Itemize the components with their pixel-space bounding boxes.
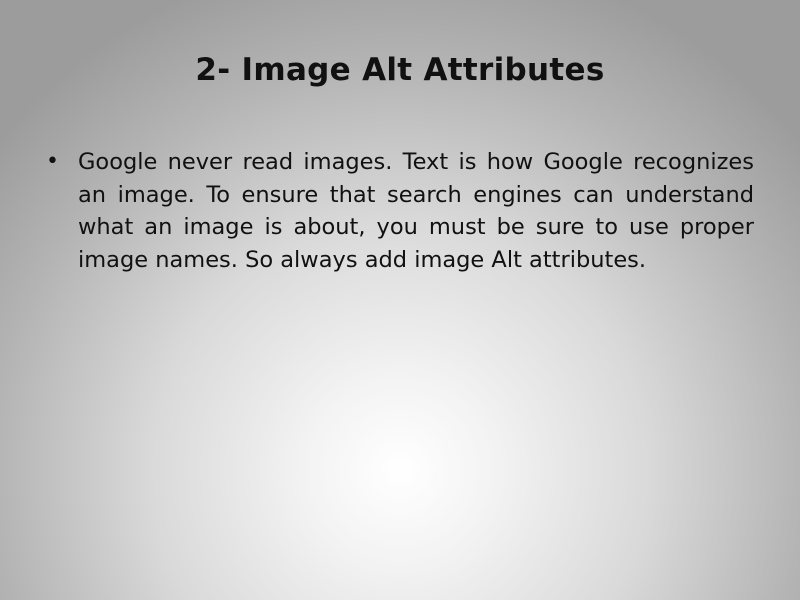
bullet-list: • Google never read images. Text is how … bbox=[46, 146, 754, 276]
bullet-item: • Google never read images. Text is how … bbox=[46, 146, 754, 276]
presentation-slide: 2- Image Alt Attributes • Google never r… bbox=[0, 0, 800, 600]
bullet-marker: • bbox=[46, 149, 59, 174]
bullet-text: Google never read images. Text is how Go… bbox=[78, 149, 754, 273]
slide-title: 2- Image Alt Attributes bbox=[195, 52, 605, 88]
